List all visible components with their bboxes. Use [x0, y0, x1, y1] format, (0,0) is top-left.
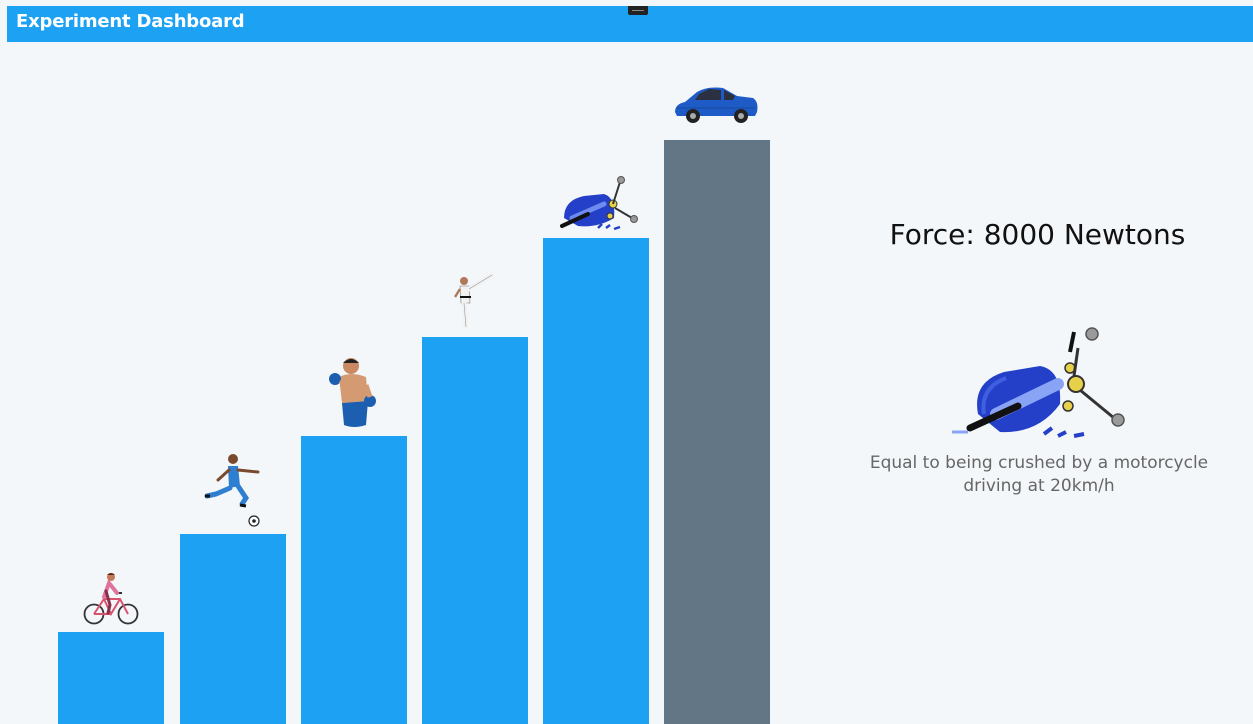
boxer-icon [329, 358, 376, 427]
soccer-player-icon [204, 454, 260, 527]
force-bar-motorcycle[interactable] [543, 238, 649, 724]
force-bar-bicycle[interactable] [58, 632, 164, 724]
drag-handle[interactable] [628, 6, 648, 15]
car-icon [675, 87, 758, 123]
force-bar-soccer[interactable] [180, 534, 286, 724]
title-bar: Experiment Dashboard [7, 6, 1253, 42]
karate-kick-icon [453, 273, 495, 330]
bicycle-rider-icon [83, 573, 139, 625]
force-comparison-text: Equal to being crushed by a motorcycle d… [869, 453, 1209, 496]
motorcycle-crash-icon [560, 176, 638, 231]
motorcycle-crash-icon [952, 327, 1125, 438]
window-title: Experiment Dashboard [16, 11, 245, 32]
force-bar-karate[interactable] [422, 337, 528, 724]
experiment-dashboard: Experiment Dashboard Force: 8000 Newtons… [0, 0, 1253, 724]
force-bar-car[interactable] [664, 140, 770, 724]
force-value-label: Force: 8000 Newtons [889, 218, 1186, 251]
force-bar-boxer[interactable] [301, 436, 407, 724]
